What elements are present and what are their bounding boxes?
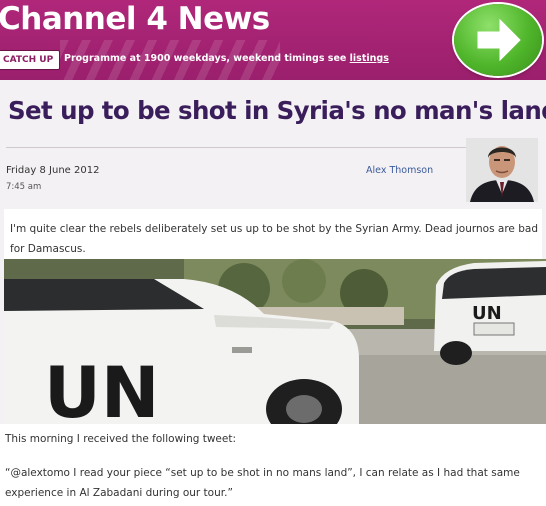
- author-link[interactable]: Alex Thomson: [366, 165, 433, 176]
- author-photo: [466, 138, 538, 202]
- article-date: Friday 8 June 2012: [6, 165, 100, 176]
- programme-info: Programme at 1900 weekdays, weekend timi…: [64, 53, 389, 64]
- photo-un-label-right: UN: [472, 303, 502, 324]
- photo-un-label-left: UN: [44, 352, 159, 424]
- arrow-right-icon: [477, 18, 521, 62]
- author-portrait: [466, 138, 538, 202]
- lead-paragraph: I'm quite clear the rebels deliberately …: [10, 223, 538, 255]
- article-time: 7:45 am: [6, 182, 42, 192]
- programme-text: Programme at 1900 weekdays, weekend timi…: [64, 53, 347, 64]
- body-paragraph-2: “@alextomo I read your piece “set up to …: [5, 467, 520, 499]
- catch-up-button[interactable]: CATCH UP: [0, 50, 61, 70]
- headline-divider: [6, 147, 536, 148]
- body-paragraph-1: This morning I received the following tw…: [5, 433, 237, 445]
- listings-link[interactable]: listings: [350, 53, 389, 64]
- next-button[interactable]: [454, 4, 542, 76]
- article-photo: UN UN: [4, 259, 546, 424]
- site-title[interactable]: Channel 4 News: [0, 1, 270, 37]
- article-headline: Set up to be shot in Syria's no man's la…: [8, 96, 546, 125]
- un-vehicles-image: UN UN: [4, 259, 546, 424]
